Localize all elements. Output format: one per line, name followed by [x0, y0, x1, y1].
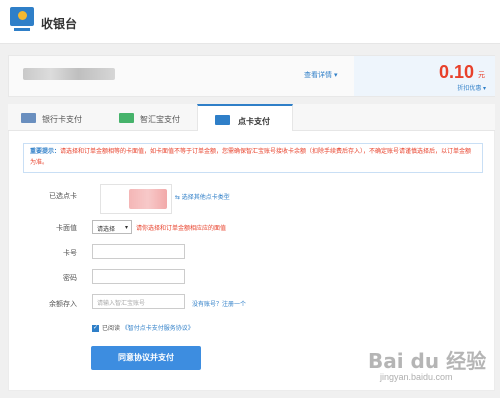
agree-text: 已阅读: [102, 326, 121, 332]
wallet-icon: [119, 113, 134, 123]
payment-method-tabs: 银行卡支付 智汇宝支付 点卡支付: [8, 104, 495, 132]
password-input[interactable]: [92, 269, 185, 284]
amount-box: 0.10 元 折扣优惠 ▾: [354, 56, 495, 96]
agree-checkbox[interactable]: ✓: [92, 324, 99, 332]
page-title: 收银台: [41, 17, 78, 31]
card-number-input[interactable]: [92, 244, 185, 259]
cashier-logo-icon: [10, 7, 34, 35]
selected-card-image: [100, 184, 172, 214]
order-amount: 0.10: [438, 62, 474, 82]
submit-button[interactable]: 同意协议并支付: [91, 346, 201, 370]
face-value-select[interactable]: 请选择 ▾: [92, 220, 132, 234]
chevron-down-icon: ▾: [124, 225, 128, 231]
face-value-label: 卡面值: [56, 225, 77, 232]
tab-label: 智汇宝支付: [140, 115, 180, 124]
notice-title: 重要提示：: [30, 149, 61, 155]
agreement-row: ✓ 已阅读 《智付点卡支付服务协议》: [92, 323, 194, 332]
selected-card-label: 已选点卡: [49, 193, 77, 200]
account-input[interactable]: 请输入智汇宝账号: [92, 294, 185, 309]
tab-prepaid-card[interactable]: 点卡支付: [197, 104, 293, 132]
discount-link[interactable]: 折扣优惠 ▾: [457, 83, 486, 92]
tab-label: 点卡支付: [238, 117, 270, 126]
account-placeholder: 请输入智汇宝账号: [97, 301, 146, 307]
currency-label: 元: [478, 72, 485, 79]
password-label: 密码: [63, 275, 77, 282]
prepaid-card-icon: [215, 115, 230, 125]
card-number-label: 卡号: [63, 250, 77, 257]
face-value-hint: 请你选择和订单金额相应应的面值: [136, 226, 227, 232]
order-summary: 查看详情 ▾ 0.10 元 折扣优惠 ▾: [8, 55, 495, 97]
tab-wallet[interactable]: 智汇宝支付: [104, 104, 196, 131]
face-value-selected: 请选择: [97, 227, 116, 233]
tab-bank-card[interactable]: 银行卡支付: [8, 104, 103, 131]
order-info-redacted: [23, 68, 115, 80]
protocol-link[interactable]: 《智付点卡支付服务协议》: [122, 326, 194, 332]
top-bar: 收银台: [0, 0, 500, 44]
balance-deposit-label: 余额存入: [49, 301, 77, 308]
watermark-url: jingyan.baidu.com: [380, 372, 453, 382]
register-link[interactable]: 没有账号？注册一个: [192, 299, 246, 308]
view-details-link[interactable]: 查看详情 ▾: [304, 70, 337, 80]
watermark: Bai du 经验: [368, 349, 487, 373]
tab-label: 银行卡支付: [42, 115, 82, 124]
important-notice: 重要提示：请选择和订单金额相等的卡面值，如卡面值不等于订单金额，您需确保智汇宝账…: [23, 143, 483, 173]
switch-card-type-link[interactable]: ⇆ 选择其他点卡类型: [175, 192, 230, 201]
bank-card-icon: [21, 113, 36, 123]
notice-text: 请选择和订单金额相等的卡面值，如卡面值不等于订单金额，您需确保智汇宝账号接收卡余…: [30, 149, 472, 166]
